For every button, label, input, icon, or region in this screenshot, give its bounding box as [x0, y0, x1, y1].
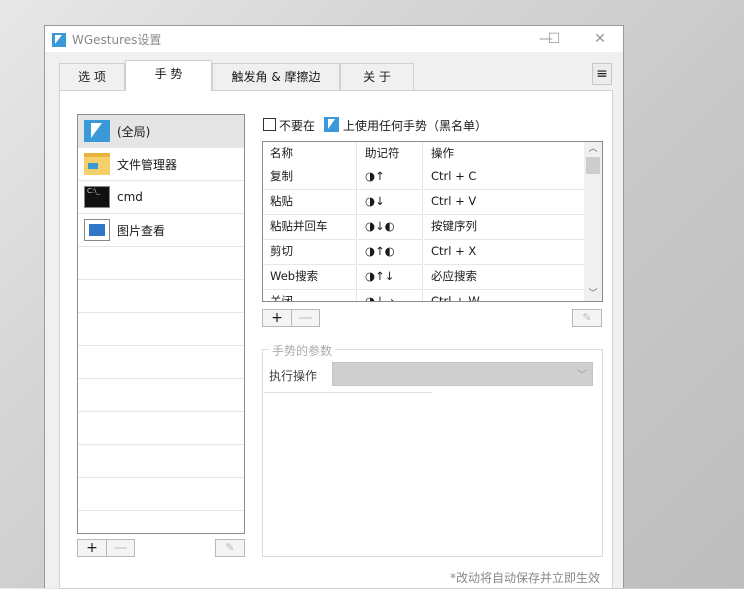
gesture-name: Web搜索	[263, 265, 356, 290]
scroll-down-icon[interactable]: ﹀	[584, 286, 602, 301]
gesture-action: 按键序列	[424, 215, 584, 240]
blacklist-prefix: 不要在	[279, 119, 316, 133]
list-item-label: 图片查看	[117, 223, 166, 238]
image-viewer-icon	[84, 219, 110, 241]
scrollbar[interactable]: ︿ ﹀	[584, 142, 602, 301]
column-header[interactable]: 助记符	[358, 142, 422, 167]
table-row[interactable]: 粘贴并回车 ◑↓◐ 按键序列	[263, 215, 585, 240]
gesture-mnemonic: ◑↑	[358, 165, 422, 190]
blacklist-checkbox[interactable]	[263, 118, 276, 131]
add-app-button[interactable]: +	[77, 539, 107, 557]
table-row[interactable]: 关闭 ◑↓→ Ctrl + W	[263, 290, 585, 301]
tab-about[interactable]: 关 于	[340, 63, 414, 90]
gestures-panel: (全局) 文件管理器 C:\_ cmd 图片查看 + — ✎ 不要在 上使用任何…	[59, 90, 613, 589]
list-item-label: (全局)	[117, 124, 151, 139]
remove-gesture-button[interactable]: —	[291, 309, 320, 327]
gesture-name: 粘贴并回车	[263, 215, 356, 240]
gesture-name: 关闭	[263, 290, 356, 301]
tab-options[interactable]: 选 项	[59, 63, 125, 90]
gesture-name: 粘贴	[263, 190, 356, 215]
gesture-table: 名称 助记符 操作 复制 ◑↑ Ctrl + C 粘贴 ◑↓ Ctrl + V 粘贴并回车 ◑…	[262, 141, 603, 302]
cursor-icon	[324, 117, 339, 132]
table-row[interactable]: 复制 ◑↑ Ctrl + C	[263, 165, 585, 190]
list-item[interactable]: 图片查看	[78, 214, 244, 247]
list-item-label: 文件管理器	[117, 157, 178, 172]
gesture-action: 必应搜索	[424, 265, 584, 290]
gesture-name: 剪切	[263, 240, 356, 265]
table-row[interactable]: 剪切 ◑↑◐ Ctrl + X	[263, 240, 585, 265]
gesture-action: Ctrl + W	[424, 290, 584, 301]
terminal-icon: C:\_	[84, 186, 110, 208]
add-gesture-button[interactable]: +	[262, 309, 292, 327]
scrollbar-thumb[interactable]	[586, 157, 600, 174]
table-row[interactable]: Web搜索 ◑↑↓ 必应搜索	[263, 265, 585, 290]
tab-hot-corners[interactable]: 触发角 & 摩擦边	[212, 63, 340, 90]
table-row[interactable]: 粘贴 ◑↓ Ctrl + V	[263, 190, 585, 215]
blacklist-suffix: 上使用任何手势（黑名单）	[343, 119, 488, 133]
list-item[interactable]: C:\_ cmd	[78, 181, 244, 214]
close-button[interactable]: ✕	[585, 28, 615, 50]
gesture-mnemonic: ◑↑↓	[358, 265, 422, 290]
gesture-mnemonic: ◑↓	[358, 190, 422, 215]
footer-note: *改动将自动保存并立即生效	[449, 571, 600, 585]
folder-icon	[84, 153, 110, 175]
remove-app-button[interactable]: —	[106, 539, 135, 557]
column-header[interactable]: 操作	[424, 142, 584, 167]
action-label: 执行操作	[269, 369, 318, 383]
gesture-mnemonic: ◑↓→	[358, 290, 422, 301]
scroll-up-icon[interactable]: ︿	[584, 142, 602, 157]
window-title: WGestures设置	[72, 33, 162, 47]
list-item[interactable]: 文件管理器	[78, 148, 244, 181]
gesture-action: Ctrl + X	[424, 240, 584, 265]
column-header[interactable]: 名称	[263, 142, 356, 167]
group-title: 手势的参数	[269, 342, 336, 359]
app-icon	[52, 33, 66, 47]
gesture-action: Ctrl + C	[424, 165, 584, 190]
gesture-name: 复制	[263, 165, 356, 190]
cursor-icon	[84, 120, 110, 142]
edit-app-button[interactable]: ✎	[215, 539, 245, 557]
settings-window: WGestures设置 — ☐ ✕ 选 项 手 势 触发角 & 摩擦边 关 于 …	[44, 25, 624, 589]
edit-gesture-button[interactable]: ✎	[572, 309, 602, 327]
maximize-button[interactable]: ☐	[539, 28, 569, 50]
table-header: 名称 助记符 操作	[263, 142, 585, 167]
hamburger-icon[interactable]: ≡	[592, 63, 612, 85]
list-item[interactable]: (全局)	[78, 115, 244, 148]
gesture-mnemonic: ◑↓◐	[358, 215, 422, 240]
tab-gestures[interactable]: 手 势	[125, 60, 212, 91]
list-item-label: cmd	[117, 190, 143, 204]
app-list[interactable]: (全局) 文件管理器 C:\_ cmd 图片查看	[77, 114, 245, 534]
gesture-params-group: 手势的参数 执行操作 ﹀	[262, 342, 603, 557]
action-select[interactable]: ﹀	[332, 362, 593, 386]
title-bar: WGestures设置 — ☐ ✕	[45, 26, 623, 52]
gesture-action: Ctrl + V	[424, 190, 584, 215]
gesture-mnemonic: ◑↑◐	[358, 240, 422, 265]
chevron-down-icon: ﹀	[577, 370, 587, 381]
